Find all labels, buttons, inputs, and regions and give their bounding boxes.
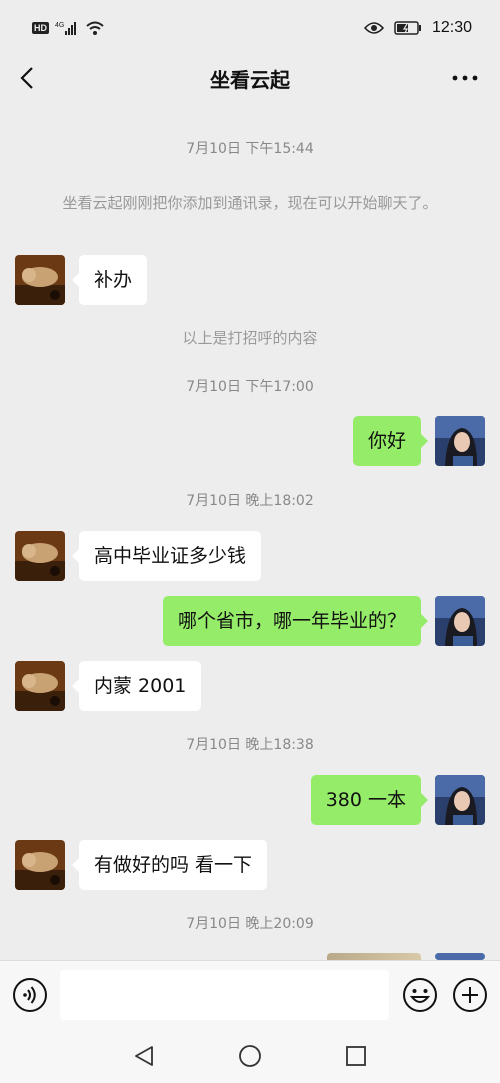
contact-avatar[interactable] — [15, 661, 65, 711]
hd-badge: HD — [32, 22, 49, 34]
sent-message-bubble[interactable]: 380 一本 — [310, 775, 429, 825]
my-avatar[interactable] — [435, 596, 485, 646]
contact-avatar[interactable] — [15, 840, 65, 890]
sent-message-bubble[interactable]: 哪个省市，哪一年毕业的？ — [162, 596, 429, 646]
received-message-bubble[interactable]: 内蒙 2001 — [71, 661, 202, 711]
chat-header: 坐看云起 — [0, 56, 500, 100]
sent-image-message[interactable] — [327, 953, 421, 960]
emoji-icon[interactable] — [402, 977, 438, 1013]
system-message: 以上是打招呼的内容 — [182, 329, 318, 347]
message-timestamp: 7月10日 晚上18:02 — [186, 493, 314, 509]
my-avatar[interactable] — [435, 775, 485, 825]
received-message-bubble[interactable]: 有做好的吗 看一下 — [71, 840, 268, 890]
nav-recent-apps-icon[interactable] — [344, 1044, 368, 1068]
sent-message-bubble[interactable]: 你好 — [352, 416, 429, 466]
status-bar: HD 4G 12:30 — [0, 0, 500, 56]
message-timestamp: 7月10日 晚上20:09 — [186, 916, 314, 932]
eye-icon — [363, 22, 384, 34]
nav-back-icon[interactable] — [132, 1044, 156, 1068]
my-avatar[interactable] — [435, 416, 485, 466]
nav-home-icon[interactable] — [238, 1044, 262, 1068]
message-input[interactable] — [60, 970, 389, 1020]
my-avatar[interactable] — [435, 953, 485, 960]
voice-icon[interactable] — [12, 977, 48, 1013]
page-title: 坐看云起 — [210, 67, 290, 92]
battery-icon — [394, 21, 421, 35]
plus-circle-icon[interactable] — [452, 977, 488, 1013]
contact-avatar[interactable] — [15, 531, 65, 581]
chat-message-list[interactable]: 7月10日 下午15:44 坐看云起刚刚把你添加到通讯录，现在可以开始聊天了。 … — [0, 108, 500, 960]
more-horizontal-icon[interactable] — [450, 68, 480, 88]
wifi-icon — [86, 21, 104, 35]
message-timestamp: 7月10日 晚上18:38 — [186, 737, 314, 753]
signal-icon: 4G — [55, 22, 76, 35]
contact-avatar[interactable] — [15, 255, 65, 305]
status-time: 12:30 — [431, 19, 472, 36]
status-left-icons: HD 4G — [32, 20, 105, 36]
received-message-bubble[interactable]: 高中毕业证多少钱 — [71, 531, 262, 581]
chevron-left-icon[interactable] — [14, 64, 42, 92]
network-type-label: 4G — [55, 22, 64, 29]
message-timestamp: 7月10日 下午17:00 — [186, 379, 314, 395]
system-navigation-bar — [0, 1028, 500, 1083]
status-right-icons: 12:30 — [363, 19, 472, 37]
system-message: 坐看云起刚刚把你添加到通讯录，现在可以开始聊天了。 — [62, 194, 438, 212]
message-timestamp: 7月10日 下午15:44 — [186, 141, 314, 157]
received-message-bubble[interactable]: 补办 — [71, 255, 148, 305]
message-input-bar — [0, 960, 500, 1028]
